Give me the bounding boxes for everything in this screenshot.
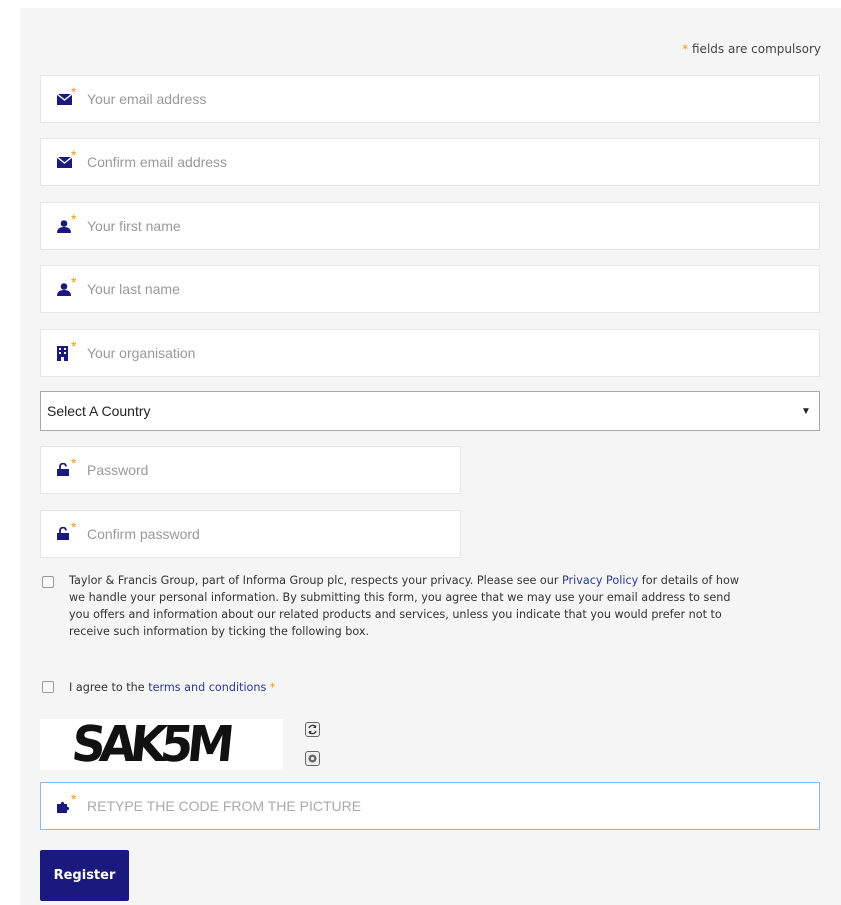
- terms-label: I agree to the terms and conditions *: [69, 679, 749, 696]
- confirm-email-field[interactable]: *: [40, 138, 820, 186]
- terms-checkbox[interactable]: [42, 681, 54, 693]
- compulsory-notice: * fields are compulsory: [682, 42, 821, 56]
- required-star: *: [71, 147, 77, 163]
- chevron-down-icon: ▼: [801, 405, 811, 417]
- confirm-password-icon-wrap: *: [41, 511, 87, 557]
- envelope-icon: [57, 94, 72, 105]
- captcha-code-input[interactable]: [87, 783, 819, 829]
- terms-link[interactable]: terms and conditions: [148, 681, 266, 694]
- unlock-icon: [57, 527, 69, 540]
- first-name-input[interactable]: [87, 203, 819, 249]
- confirm-password-field[interactable]: *: [40, 510, 461, 558]
- captcha-code-icon-wrap: *: [41, 783, 87, 829]
- envelope-icon: [57, 157, 72, 168]
- organisation-field[interactable]: *: [40, 329, 820, 377]
- organisation-input[interactable]: [87, 330, 819, 376]
- privacy-policy-link[interactable]: Privacy Policy: [562, 574, 638, 587]
- required-star: *: [71, 338, 77, 354]
- unlock-icon: [57, 463, 69, 476]
- terms-text-before: I agree to the: [69, 681, 149, 694]
- country-select-value: Select A Country: [47, 403, 151, 419]
- password-icon-wrap: *: [41, 447, 87, 493]
- register-button[interactable]: Register: [40, 850, 129, 901]
- password-input[interactable]: [87, 447, 460, 493]
- refresh-icon-glyph: [308, 724, 317, 735]
- captcha-image: SAK5M: [40, 716, 283, 773]
- required-star: *: [71, 455, 77, 471]
- refresh-icon[interactable]: [305, 722, 320, 737]
- first-name-icon-wrap: *: [41, 203, 87, 249]
- password-field[interactable]: *: [40, 446, 461, 494]
- audio-icon[interactable]: [305, 751, 320, 766]
- organisation-icon-wrap: *: [41, 330, 87, 376]
- compulsory-text: fields are compulsory: [692, 42, 821, 56]
- privacy-opt-out-checkbox[interactable]: [42, 576, 54, 588]
- captcha-text: SAK5M: [69, 715, 232, 774]
- required-star: *: [71, 519, 77, 535]
- email-field[interactable]: *: [40, 75, 820, 123]
- user-icon: [57, 283, 71, 296]
- confirm-email-input[interactable]: [87, 139, 819, 185]
- confirm-email-icon-wrap: *: [41, 139, 87, 185]
- email-icon-wrap: *: [41, 76, 87, 122]
- required-star: *: [71, 274, 77, 290]
- confirm-password-input[interactable]: [87, 511, 460, 557]
- captcha-code-field[interactable]: *: [40, 782, 820, 830]
- building-icon: [57, 346, 68, 361]
- required-star: *: [71, 791, 77, 807]
- user-icon: [57, 220, 71, 233]
- email-input[interactable]: [87, 76, 819, 122]
- country-select[interactable]: Select A Country ▼: [40, 391, 820, 431]
- audio-icon-glyph: [308, 754, 317, 763]
- required-star: *: [71, 211, 77, 227]
- terms-required-star: *: [269, 681, 276, 694]
- privacy-notice: Taylor & Francis Group, part of Informa …: [69, 572, 749, 640]
- last-name-icon-wrap: *: [41, 266, 87, 312]
- compulsory-star: *: [682, 42, 689, 56]
- privacy-text-before: Taylor & Francis Group, part of Informa …: [69, 574, 562, 587]
- last-name-input[interactable]: [87, 266, 819, 312]
- puzzle-icon: [57, 801, 70, 813]
- last-name-field[interactable]: *: [40, 265, 820, 313]
- first-name-field[interactable]: *: [40, 202, 820, 250]
- required-star: *: [71, 84, 77, 100]
